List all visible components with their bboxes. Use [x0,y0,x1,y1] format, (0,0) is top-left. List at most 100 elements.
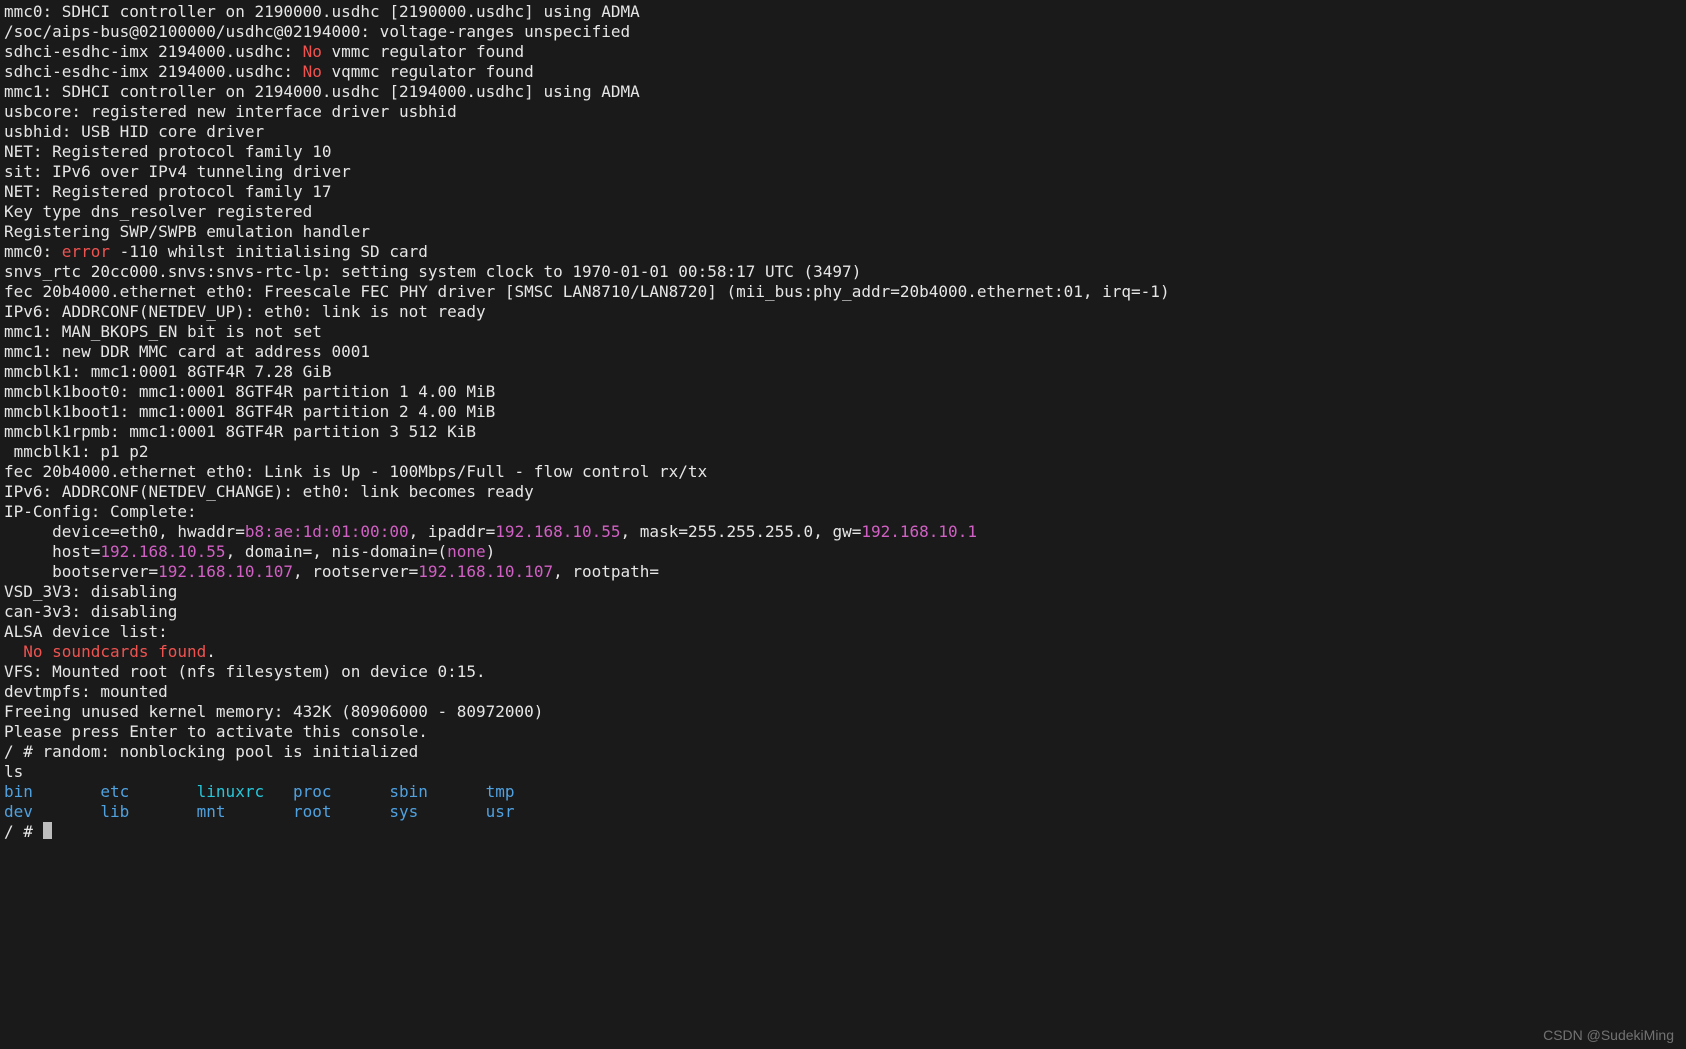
terminal-text: Key type dns_resolver registered [4,202,312,221]
terminal-text: . [206,642,216,661]
terminal-text: Freeing unused kernel memory: 432K (8090… [4,702,543,721]
terminal-text: No [303,62,322,81]
terminal-line: IPv6: ADDRCONF(NETDEV_CHANGE): eth0: lin… [4,482,1682,502]
terminal-text: mmcblk1: p1 p2 [4,442,149,461]
terminal-text: 192.168.10.55 [495,522,620,541]
ls-entry: bin [4,782,100,801]
terminal-text: none [447,542,486,561]
terminal-line: ALSA device list: [4,622,1682,642]
terminal-text: mmcblk1rpmb: mmc1:0001 8GTF4R partition … [4,422,476,441]
terminal-text: NET: Registered protocol family 10 [4,142,332,161]
terminal-text: device=eth0, hwaddr= [4,522,245,541]
terminal-text: VSD_3V3: disabling [4,582,177,601]
terminal-text: /soc/aips-bus@02100000/usdhc@02194000: v… [4,22,630,41]
terminal-line: mmcblk1: mmc1:0001 8GTF4R 7.28 GiB [4,362,1682,382]
terminal-text: b8:ae:1d:01:00:00 [245,522,409,541]
terminal-text: vmmc regulator found [322,42,524,61]
terminal-line: IPv6: ADDRCONF(NETDEV_UP): eth0: link is… [4,302,1682,322]
ls-entry: tmp [486,782,515,801]
terminal-text: mmc1: new DDR MMC card at address 0001 [4,342,370,361]
terminal-line: bootserver=192.168.10.107, rootserver=19… [4,562,1682,582]
terminal-text: IP-Config: Complete: [4,502,197,521]
terminal-line: Freeing unused kernel memory: 432K (8090… [4,702,1682,722]
terminal-line: Please press Enter to activate this cons… [4,722,1682,742]
terminal-text: mmcblk1boot0: mmc1:0001 8GTF4R partition… [4,382,495,401]
ls-row: bin etc linuxrc proc sbin tmp [4,782,1682,802]
prompt-line[interactable]: / # [4,822,1682,842]
terminal-text: usbcore: registered new interface driver… [4,102,457,121]
terminal-text: , domain=, nis-domain=( [226,542,448,561]
terminal-text: 192.168.10.1 [861,522,977,541]
terminal-line: mmcblk1boot0: mmc1:0001 8GTF4R partition… [4,382,1682,402]
terminal-line: NET: Registered protocol family 10 [4,142,1682,162]
terminal-line: IP-Config: Complete: [4,502,1682,522]
terminal-text: , mask=255.255.255.0, gw= [621,522,862,541]
terminal-line: Registering SWP/SWPB emulation handler [4,222,1682,242]
ls-row: dev lib mnt root sys usr [4,802,1682,822]
terminal-text: No [303,42,322,61]
terminal-text: IPv6: ADDRCONF(NETDEV_UP): eth0: link is… [4,302,486,321]
terminal-text: No soundcards found [23,642,206,661]
terminal-line: NET: Registered protocol family 17 [4,182,1682,202]
terminal-text: bootserver= [4,562,158,581]
terminal-text: mmc1: MAN_BKOPS_EN bit is not set [4,322,322,341]
terminal-line: usbcore: registered new interface driver… [4,102,1682,122]
terminal-line: /soc/aips-bus@02100000/usdhc@02194000: v… [4,22,1682,42]
ls-entry: mnt [197,802,293,821]
terminal-line: mmcblk1boot1: mmc1:0001 8GTF4R partition… [4,402,1682,422]
terminal-line: VFS: Mounted root (nfs filesystem) on de… [4,662,1682,682]
terminal-line: mmc1: SDHCI controller on 2194000.usdhc … [4,82,1682,102]
terminal-text: usbhid: USB HID core driver [4,122,264,141]
terminal-line: can-3v3: disabling [4,602,1682,622]
terminal-text: error [62,242,110,261]
terminal-line: mmc1: new DDR MMC card at address 0001 [4,342,1682,362]
terminal-text: devtmpfs: mounted [4,682,168,701]
terminal-line: VSD_3V3: disabling [4,582,1682,602]
terminal-text: / # random: nonblocking pool is initiali… [4,742,418,761]
terminal-line: device=eth0, hwaddr=b8:ae:1d:01:00:00, i… [4,522,1682,542]
terminal-line: mmc0: error -110 whilst initialising SD … [4,242,1682,262]
watermark: CSDN @SudekiMing [1543,1027,1674,1043]
terminal-text: fec 20b4000.ethernet eth0: Freescale FEC… [4,282,1170,301]
terminal-text: ) [486,542,496,561]
terminal-text: can-3v3: disabling [4,602,177,621]
terminal-text: Registering SWP/SWPB emulation handler [4,222,370,241]
terminal-text: 192.168.10.107 [158,562,293,581]
terminal-text: ls [4,762,23,781]
terminal-line: mmc1: MAN_BKOPS_EN bit is not set [4,322,1682,342]
terminal-line: snvs_rtc 20cc000.snvs:snvs-rtc-lp: setti… [4,262,1682,282]
terminal-text: mmc0: [4,242,62,261]
ls-entry: root [293,802,389,821]
ls-entry: dev [4,802,100,821]
ls-entry: sys [389,802,485,821]
terminal-text: vqmmc regulator found [322,62,534,81]
terminal-line: mmcblk1rpmb: mmc1:0001 8GTF4R partition … [4,422,1682,442]
terminal-text: ALSA device list: [4,622,168,641]
terminal-text: Please press Enter to activate this cons… [4,722,428,741]
terminal-line: Key type dns_resolver registered [4,202,1682,222]
terminal-text: 192.168.10.55 [100,542,225,561]
terminal-line: mmc0: SDHCI controller on 2190000.usdhc … [4,2,1682,22]
terminal-text: mmcblk1boot1: mmc1:0001 8GTF4R partition… [4,402,495,421]
terminal-text: mmc0: SDHCI controller on 2190000.usdhc … [4,2,640,21]
terminal-text: snvs_rtc 20cc000.snvs:snvs-rtc-lp: setti… [4,262,861,281]
terminal-line: / # random: nonblocking pool is initiali… [4,742,1682,762]
terminal-text: NET: Registered protocol family 17 [4,182,332,201]
terminal-text: VFS: Mounted root (nfs filesystem) on de… [4,662,486,681]
terminal-line: host=192.168.10.55, domain=, nis-domain=… [4,542,1682,562]
terminal-line: fec 20b4000.ethernet eth0: Link is Up - … [4,462,1682,482]
terminal-line: ls [4,762,1682,782]
terminal-text: -110 whilst initialising SD card [110,242,428,261]
terminal-line: fec 20b4000.ethernet eth0: Freescale FEC… [4,282,1682,302]
ls-entry: usr [486,802,515,821]
terminal-text: mmcblk1: mmc1:0001 8GTF4R 7.28 GiB [4,362,332,381]
terminal-line: mmcblk1: p1 p2 [4,442,1682,462]
terminal-line: sdhci-esdhc-imx 2194000.usdhc: No vmmc r… [4,42,1682,62]
ls-entry: sbin [389,782,485,801]
terminal-text [4,642,23,661]
terminal-line: usbhid: USB HID core driver [4,122,1682,142]
terminal-text: IPv6: ADDRCONF(NETDEV_CHANGE): eth0: lin… [4,482,534,501]
terminal-output[interactable]: mmc0: SDHCI controller on 2190000.usdhc … [0,0,1686,846]
terminal-line: sdhci-esdhc-imx 2194000.usdhc: No vqmmc … [4,62,1682,82]
terminal-text: , rootserver= [293,562,418,581]
